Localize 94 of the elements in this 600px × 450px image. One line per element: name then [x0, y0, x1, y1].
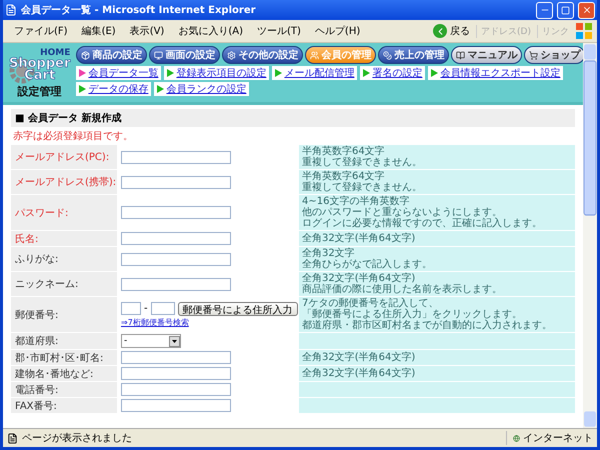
monitor-icon	[154, 50, 164, 60]
field-hint: 全角32文字(半角64文字)	[302, 368, 416, 379]
field-hint: 重複して登録できません。	[302, 182, 423, 193]
scrollbar-drawing[interactable]	[583, 43, 597, 428]
field-hint: 「郵便番号による住所入力」をクリックします。	[302, 309, 523, 320]
text-input[interactable]	[121, 252, 231, 266]
dash-text: -	[144, 303, 148, 314]
nav-button[interactable]: 画面の設定	[149, 46, 220, 64]
logo-text: Shopper	[9, 58, 70, 70]
menu-item[interactable]: ツール(T)	[250, 24, 308, 38]
field-label: ふりがな:	[11, 247, 117, 271]
field-hint: ログインに必要な情報ですので、正確に記入します。	[302, 218, 543, 229]
page-icon	[5, 4, 17, 16]
page-icon	[7, 432, 18, 444]
field-hint: 全角32文字	[302, 248, 356, 259]
maximize-icon	[561, 6, 570, 14]
field-label: パスワード:	[11, 195, 117, 230]
back-button[interactable]: 戻る	[433, 24, 470, 38]
subnav-link[interactable]: 登録表示項目の設定	[164, 66, 270, 80]
nav-button[interactable]: マニュアル	[451, 46, 522, 64]
triangle-icon	[275, 69, 282, 77]
subnav-link[interactable]: 署名の設定	[360, 66, 426, 80]
prefecture-select[interactable]: -	[121, 334, 181, 348]
text-input[interactable]	[121, 399, 231, 412]
postal-code-input[interactable]	[121, 302, 141, 315]
field-label: 電話番号:	[11, 382, 117, 397]
text-input[interactable]	[121, 150, 231, 164]
people-icon	[310, 50, 320, 60]
triangle-icon	[431, 69, 438, 77]
field-label: 建物名･番地など:	[11, 366, 117, 381]
field-hint: 4~16文字の半角英数字	[302, 196, 410, 207]
subnav-link[interactable]: 会員データ一覧	[76, 66, 162, 80]
logo-text: Cart	[24, 70, 56, 82]
field-hint: 都道府県・郡市区町村名までが自動的に入力されます。	[302, 320, 553, 331]
field-hint: 全角32文字(半角64文字)	[302, 352, 416, 363]
text-input[interactable]	[121, 232, 231, 245]
menu-item[interactable]: 表示(V)	[122, 24, 172, 38]
gear-icon	[227, 50, 236, 60]
field-hint: 商品評価の際に使用した名前を表示します。	[302, 284, 503, 295]
subnav-link[interactable]: データの保存	[76, 82, 152, 96]
field-label: 郵便番号:	[11, 297, 117, 332]
field-label: 氏名:	[11, 231, 117, 246]
field-label: ニックネーム:	[11, 272, 117, 296]
postal-code-input[interactable]	[150, 302, 175, 315]
logo-caption: 設定管理	[18, 84, 62, 99]
field-hint: 7ケタの郵便番号を記入して、	[302, 298, 440, 309]
field-hint: 重複して登録できません。	[302, 157, 423, 168]
field-hint: 半角英数字64文字	[302, 171, 386, 182]
section-title: ■ 会員データ 新規作成	[11, 109, 575, 127]
coins-icon	[383, 50, 392, 60]
text-input[interactable]	[121, 367, 231, 380]
postal-search-link[interactable]: ⇒7桁郵便番号検索	[121, 316, 295, 328]
book-icon	[456, 50, 466, 60]
close-icon	[582, 5, 592, 15]
nav-button[interactable]: ショップ	[524, 46, 583, 64]
minimize-button[interactable]	[536, 2, 553, 18]
field-label: メールアドレス(PC):	[11, 145, 117, 169]
field-hint: 全角32文字(半角64文字)	[302, 233, 416, 244]
subnav-link[interactable]: メール配信管理	[272, 66, 358, 80]
subnav-link[interactable]: 会員情報エクスポート設定	[428, 66, 564, 80]
maximize-button[interactable]	[557, 2, 574, 18]
window-title: 会員データ一覧 - Microsoft Internet Explorer	[21, 4, 257, 17]
box-icon	[81, 50, 90, 60]
field-hint: 全角32文字(半角64文字)	[302, 273, 416, 284]
menu-item[interactable]: ファイル(F)	[7, 24, 75, 38]
field-label: 都道府県:	[11, 333, 117, 349]
home-link[interactable]: HOME	[40, 48, 70, 58]
menu-item[interactable]: お気に入り(A)	[171, 24, 250, 38]
windows-logo-icon	[575, 22, 593, 40]
nav-button[interactable]: 商品の設定	[76, 46, 148, 64]
nav-button[interactable]: 売上の管理	[378, 46, 450, 64]
cart-icon	[529, 50, 538, 60]
field-label: メールアドレス(携帯):	[11, 170, 117, 194]
field-label: 郡･市町村･区･町名:	[11, 350, 117, 365]
field-hint: 半角英数字64文字	[302, 146, 386, 157]
field-hint: 他のパスワードと重ならないようにします。	[302, 207, 503, 218]
close-button[interactable]	[578, 2, 595, 18]
field-label: FAX番号:	[11, 398, 117, 413]
text-input[interactable]	[121, 383, 231, 396]
subnav-link[interactable]: 会員ランクの設定	[154, 82, 250, 96]
text-input[interactable]	[121, 176, 231, 188]
text-input[interactable]	[121, 351, 231, 364]
field-hint: 全角ひらがなで記入します。	[302, 259, 433, 270]
menu-item[interactable]: 編集(E)	[74, 24, 123, 38]
zone-indicator: インターネット	[506, 431, 593, 445]
triangle-icon	[363, 69, 370, 77]
globe-icon	[513, 432, 520, 444]
text-input[interactable]	[121, 206, 231, 219]
address-lookup-button[interactable]: 郵便番号による住所入力	[178, 302, 298, 316]
nav-button[interactable]: その他の設定	[222, 46, 304, 64]
required-note: 赤字は必須登録項目です。	[12, 130, 134, 144]
menu-item[interactable]: ヘルプ(H)	[308, 24, 368, 38]
status-text: ページが表示されました	[22, 432, 133, 445]
text-input[interactable]	[121, 278, 231, 290]
